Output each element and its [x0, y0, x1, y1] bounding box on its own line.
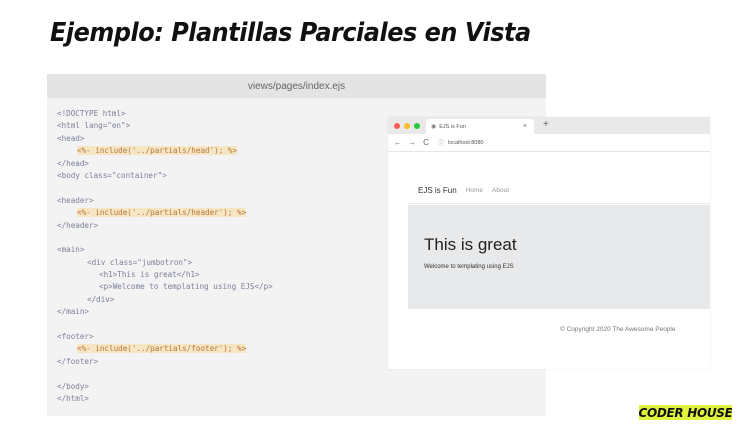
site-navbar: EJS is Fun Home About	[408, 177, 710, 204]
site-brand[interactable]: EJS is Fun	[418, 186, 457, 195]
code-line: </html>	[57, 393, 546, 405]
code-line-text: <p>Welcome to templating using EJS</p>	[99, 282, 273, 292]
code-line-text: <footer>	[57, 332, 94, 342]
code-line-text: <body class="container">	[57, 170, 167, 180]
code-highlight: <%- include('../partials/head'); %>	[77, 146, 238, 156]
code-include-text: <%- include('../partials/head'); %>	[57, 146, 238, 156]
browser-tabstrip: ◉ EJS is Fun × +	[388, 117, 710, 134]
code-line-text: <header>	[57, 195, 94, 205]
tab-close-icon[interactable]: ×	[523, 123, 527, 130]
nav-link-about[interactable]: About	[492, 187, 509, 194]
code-line-text: </html>	[57, 393, 90, 403]
code-line-text: </footer>	[57, 356, 99, 366]
address-text: localhost:8080	[448, 139, 484, 146]
globe-icon: ◉	[431, 124, 437, 130]
maximize-window-button[interactable]	[414, 122, 420, 129]
jumbotron: This is great Welcome to templating usin…	[408, 205, 710, 309]
browser-window: ◉ EJS is Fun × + ← → C ⓘ localhost:8080 …	[388, 117, 710, 369]
new-tab-button[interactable]: +	[543, 119, 549, 130]
slide-title: Ejemplo: Plantillas Parciales en Vista	[50, 18, 531, 48]
jumbotron-heading: This is great	[424, 235, 517, 254]
code-line-text: <html lang="en">	[57, 121, 131, 131]
code-filename: views/pages/index.ejs	[47, 74, 546, 98]
code-line-text: </body>	[57, 381, 90, 391]
address-field[interactable]: ⓘ localhost:8080	[438, 138, 484, 148]
code-highlight: <%- include('../partials/header'); %>	[77, 208, 247, 218]
code-line-text: <head>	[57, 133, 85, 143]
address-bar-row: ← → C ⓘ localhost:8080	[388, 134, 710, 152]
code-line-text: </main>	[57, 307, 90, 317]
code-line-text: </header>	[57, 220, 99, 230]
code-line-text: <main>	[57, 245, 85, 255]
code-line-text: </head>	[57, 158, 90, 168]
tab-title: EJS is Fun	[439, 123, 466, 130]
code-line: </body>	[57, 381, 546, 393]
coderhouse-logo: CODER HOUSE	[639, 405, 732, 420]
code-include-text: <%- include('../partials/footer'); %>	[57, 344, 247, 354]
code-line-text: <h1>This is great</h1>	[99, 270, 200, 280]
code-line-text: <div class="jumbotron">	[87, 257, 193, 267]
forward-arrow-icon[interactable]: →	[408, 138, 416, 147]
window-controls	[394, 122, 420, 129]
browser-tab[interactable]: ◉ EJS is Fun ×	[426, 119, 534, 134]
back-arrow-icon[interactable]: ←	[394, 138, 402, 147]
close-window-button[interactable]	[394, 122, 400, 129]
minimize-window-button[interactable]	[404, 122, 410, 129]
code-highlight: <%- include('../partials/footer'); %>	[77, 344, 247, 354]
code-line-text: </div>	[87, 294, 115, 304]
site-footer: © Copyright 2020 The Awesome People	[560, 326, 676, 333]
code-line-text: <!DOCTYPE html>	[57, 109, 126, 118]
nav-link-home[interactable]: Home	[466, 187, 483, 194]
info-icon: ⓘ	[438, 141, 445, 147]
reload-icon[interactable]: C	[422, 138, 430, 147]
code-include-text: <%- include('../partials/header'); %>	[57, 208, 247, 218]
jumbotron-text: Welcome to templating using EJS	[424, 264, 514, 270]
